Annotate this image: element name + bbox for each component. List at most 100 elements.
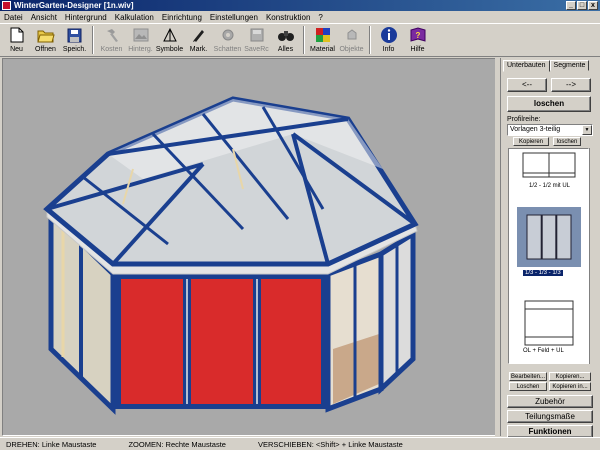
shadow-gear-icon bbox=[219, 26, 237, 44]
open-label: Offnen bbox=[35, 46, 56, 53]
help-label: Hilfe bbox=[410, 46, 425, 53]
save-render-icon bbox=[248, 26, 266, 44]
info-icon bbox=[380, 26, 398, 44]
minimize-button[interactable]: _ bbox=[566, 1, 576, 10]
toolbar-separator bbox=[303, 26, 305, 54]
objects-icon bbox=[343, 26, 361, 44]
status-zoom: ZOOMEN: Rechte Maustaste bbox=[128, 439, 226, 449]
save-render-label: SaveRc bbox=[244, 46, 269, 53]
objects-button[interactable]: Objekte bbox=[337, 24, 366, 56]
accessories-button[interactable]: Zubehör bbox=[507, 395, 593, 408]
front-panel-1 bbox=[121, 279, 183, 404]
copy-profile-button[interactable]: Kopieren bbox=[513, 137, 549, 146]
shadow-button[interactable]: Schatten bbox=[213, 24, 242, 56]
menu-bar: Datei Ansicht Hintergrund Kalkulation Ei… bbox=[0, 11, 600, 23]
mark-button[interactable]: Mark. bbox=[184, 24, 213, 56]
menu-einrichtung[interactable]: Einrichtung bbox=[162, 13, 202, 22]
background-label: Hinterg. bbox=[128, 46, 153, 53]
menu-ansicht[interactable]: Ansicht bbox=[31, 13, 57, 22]
window-title: WinterGarten-Designer [1n.wiv] bbox=[14, 1, 134, 10]
material-button[interactable]: Material bbox=[308, 24, 337, 56]
front-panel-3 bbox=[261, 279, 321, 404]
profile-series-label: Profilreihe: bbox=[507, 116, 541, 123]
save-button[interactable]: Speich. bbox=[60, 24, 89, 56]
new-label: Neu bbox=[10, 46, 23, 53]
material-icon bbox=[314, 26, 332, 44]
title-bar[interactable]: WinterGarten-Designer [1n.wiv] _ □ x bbox=[0, 0, 600, 11]
toolbar-separator bbox=[92, 26, 94, 54]
3d-viewport[interactable] bbox=[2, 58, 496, 436]
costs-button[interactable]: Kosten bbox=[97, 24, 126, 56]
preset-thumbnail bbox=[524, 300, 574, 346]
app-icon bbox=[2, 1, 11, 10]
new-button[interactable]: Neu bbox=[2, 24, 31, 56]
help-button[interactable]: ? Hilfe bbox=[403, 24, 432, 56]
delete-preset-button[interactable]: Loschen bbox=[509, 382, 547, 391]
list-item[interactable]: OL + Feld + UL bbox=[513, 299, 585, 359]
delete-profile-button[interactable]: loschen bbox=[553, 137, 581, 146]
menu-help[interactable]: ? bbox=[318, 13, 322, 22]
marker-icon bbox=[190, 26, 208, 44]
shadow-label: Schatten bbox=[213, 46, 242, 53]
menu-kalkulation[interactable]: Kalkulation bbox=[115, 13, 154, 22]
hammer-icon bbox=[103, 26, 121, 44]
list-item[interactable]: 1/2 - 1/2 mit UL bbox=[513, 151, 585, 191]
division-button[interactable]: Teilungsmaße bbox=[507, 410, 593, 423]
edit-button[interactable]: Bearbeiten... bbox=[509, 372, 547, 381]
next-button[interactable]: --> bbox=[551, 78, 591, 92]
background-button[interactable]: Hinterg. bbox=[126, 24, 155, 56]
menu-einstellungen[interactable]: Einstellungen bbox=[210, 13, 258, 22]
symbols-button[interactable]: Symbole bbox=[155, 24, 184, 56]
selected-preset-highlight bbox=[517, 207, 581, 267]
delete-button[interactable]: loschen bbox=[507, 96, 591, 112]
status-move: VERSCHIEBEN: <Shift> + Linke Maustaste bbox=[257, 439, 403, 449]
preset-list[interactable]: 1/2 - 1/2 mit UL 1/3 - 1/3 - 1/3 OL + Fe… bbox=[508, 148, 589, 364]
preset-list-scrollbar[interactable] bbox=[589, 148, 595, 364]
menu-hintergrund[interactable]: Hintergrund bbox=[65, 13, 107, 22]
new-file-icon bbox=[8, 26, 26, 44]
previous-button[interactable]: <-- bbox=[507, 78, 547, 92]
preset-thumbnail bbox=[522, 152, 576, 178]
open-button[interactable]: Offnen bbox=[31, 24, 60, 56]
all-label: Alles bbox=[277, 46, 294, 53]
chevron-down-icon[interactable]: ▼ bbox=[582, 125, 592, 135]
copy-preset-button[interactable]: Kopieren... bbox=[549, 372, 591, 381]
all-button[interactable]: Alles bbox=[271, 24, 300, 56]
tab-segmente[interactable]: Segmente bbox=[549, 60, 590, 71]
save-render-button[interactable]: SaveRc bbox=[242, 24, 271, 56]
preset-label: 1/3 - 1/3 - 1/3 bbox=[523, 270, 563, 276]
toolbar-separator bbox=[369, 26, 371, 54]
status-bar: DREHEN: Linke Maustaste ZOOMEN: Rechte M… bbox=[0, 437, 600, 450]
status-rotate: DREHEN: Linke Maustaste bbox=[6, 439, 97, 449]
help-book-icon: ? bbox=[409, 26, 427, 44]
menu-datei[interactable]: Datei bbox=[4, 13, 23, 22]
profile-series-select[interactable]: Vorlagen 3-teilig ▼ bbox=[507, 124, 593, 136]
preset-label: 1/2 - 1/2 mit UL bbox=[529, 183, 571, 189]
profile-series-value: Vorlagen 3-teilig bbox=[510, 126, 561, 133]
winter-garden-model bbox=[43, 96, 419, 415]
toolbar: Neu Offnen Speich. Kosten Hinterg. Symbo… bbox=[0, 23, 600, 57]
preset-label: OL + Feld + UL bbox=[523, 348, 564, 354]
tab-unterbauten[interactable]: Unterbauten bbox=[503, 60, 550, 72]
front-panel-2 bbox=[191, 279, 253, 404]
side-panel: Unterbauten Segmente <-- --> loschen Pro… bbox=[500, 58, 600, 438]
maximize-button[interactable]: □ bbox=[577, 1, 587, 10]
preset-thumbnail bbox=[526, 214, 572, 260]
open-folder-icon bbox=[36, 26, 55, 44]
copy-into-button[interactable]: Kopieren in... bbox=[549, 382, 591, 391]
save-disk-icon bbox=[66, 26, 84, 44]
costs-label: Kosten bbox=[100, 46, 123, 53]
menu-konstruktion[interactable]: Konstruktion bbox=[266, 13, 310, 22]
objects-label: Objekte bbox=[339, 46, 364, 53]
symbols-label: Symbole bbox=[155, 46, 184, 53]
material-label: Material bbox=[310, 46, 335, 53]
list-item-selected[interactable]: 1/3 - 1/3 - 1/3 bbox=[513, 207, 585, 283]
binoculars-icon bbox=[277, 26, 295, 44]
info-label: Info bbox=[382, 46, 395, 53]
svg-text:?: ? bbox=[415, 31, 420, 40]
symbols-icon bbox=[161, 26, 179, 44]
close-button[interactable]: x bbox=[588, 1, 598, 10]
background-icon bbox=[132, 26, 150, 44]
save-label: Speich. bbox=[62, 46, 87, 53]
info-button[interactable]: Info bbox=[374, 24, 403, 56]
